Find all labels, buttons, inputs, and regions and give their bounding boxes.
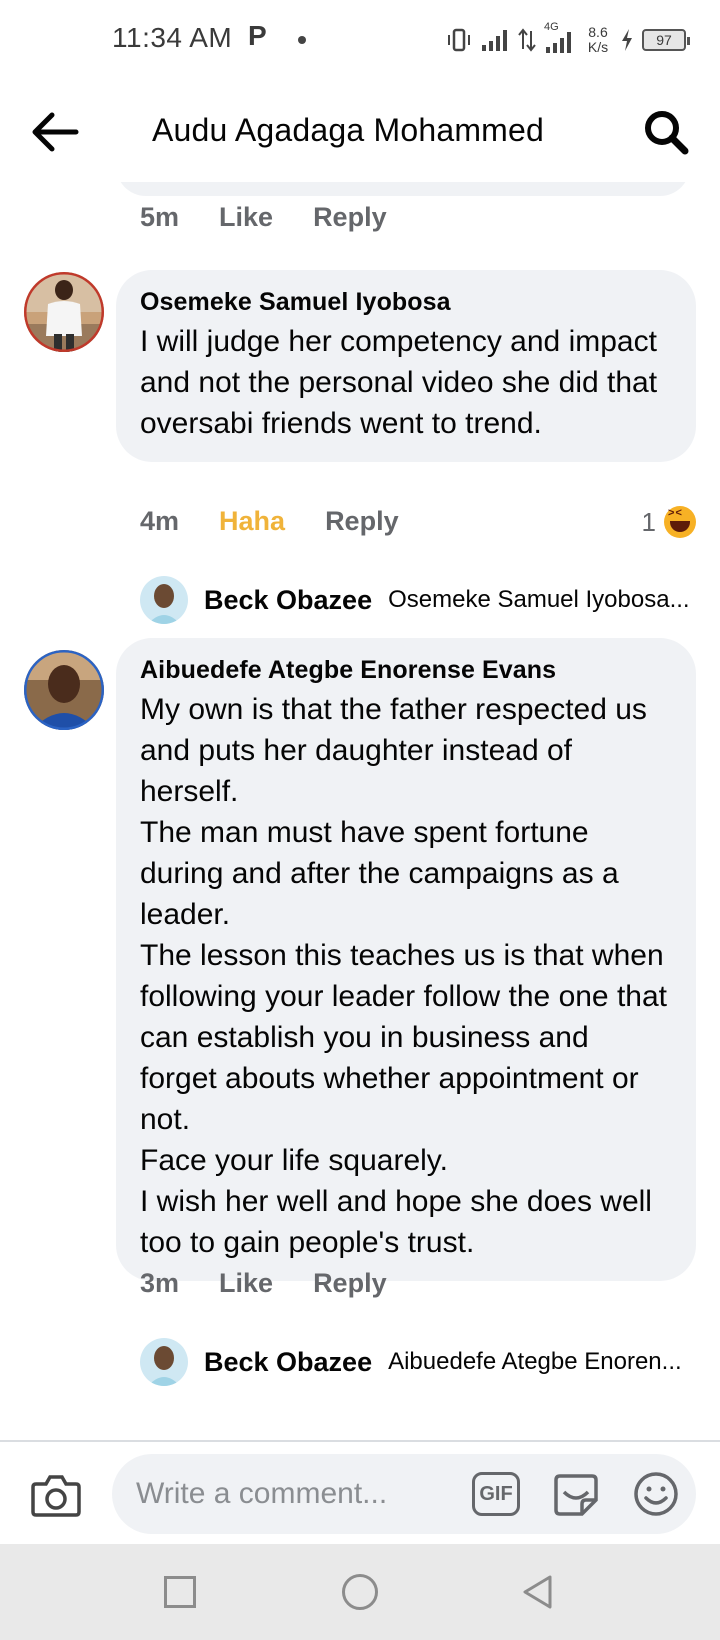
previous-comment-bubble (116, 182, 690, 196)
data-transfer-icon (518, 28, 536, 52)
signal-icon (482, 30, 507, 51)
status-indicators: 4G 8.6 K/s 97 (446, 21, 690, 58)
reply-preview[interactable]: Beck Obazee Osemeke Samuel Iyobosa... (140, 576, 696, 624)
reply-button[interactable]: Reply (313, 202, 387, 233)
arrow-left-icon (32, 112, 79, 152)
reaction-summary[interactable]: 1 (642, 506, 696, 538)
comment-time: 3m (140, 1268, 180, 1298)
search-icon (645, 111, 689, 155)
recent-apps-button[interactable] (164, 1576, 196, 1608)
comment-actions: 3m Like Reply (140, 1268, 387, 1299)
charging-icon (622, 29, 632, 51)
comment-input[interactable] (112, 1454, 696, 1534)
page-title: Audu Agadaga Mohammed (152, 112, 545, 148)
system-navigation-bar (0, 1544, 720, 1640)
system-back-button[interactable] (520, 1574, 556, 1610)
avatar (140, 1338, 188, 1386)
smiley-icon (634, 1472, 678, 1516)
comment-bubble[interactable]: Osemeke Samuel Iyobosa I will judge her … (116, 270, 696, 462)
vibrate-icon (448, 28, 470, 52)
back-button[interactable] (30, 110, 80, 154)
camera-button[interactable] (30, 1472, 82, 1518)
home-button[interactable] (342, 1574, 378, 1610)
comment-author[interactable]: Aibuedefe Ategbe Enorense Evans (140, 656, 672, 685)
search-button[interactable] (642, 108, 690, 156)
battery-icon: 97 (642, 29, 690, 51)
app-notification-icon: P (248, 20, 267, 51)
comment-time: 4m (140, 506, 180, 536)
comment-author[interactable]: Osemeke Samuel Iyobosa (140, 288, 672, 317)
notification-dot-icon (298, 36, 306, 44)
like-button[interactable]: Like (219, 202, 273, 233)
signal-4g-icon: 4G (544, 21, 576, 55)
avatar[interactable] (24, 650, 104, 730)
reply-author: Beck Obazee (204, 1346, 373, 1377)
haha-emoji-icon (664, 506, 696, 538)
avatar (140, 576, 188, 624)
emoji-button[interactable] (632, 1470, 680, 1518)
comment-text: I will judge her competency and impact a… (140, 325, 658, 440)
gif-button[interactable]: GIF (472, 1472, 520, 1516)
network-speed-value: 8.6 (588, 24, 608, 40)
status-time: 11:34 AM (112, 22, 233, 53)
status-bar: 11:34 AM P 4G 8.6 K/s 97 (0, 0, 720, 82)
battery-level: 97 (656, 32, 672, 48)
reply-author: Beck Obazee (204, 584, 373, 615)
network-speed: 8.6 K/s (584, 25, 612, 55)
comments-feed[interactable]: 5m Like Reply Osemeke Samuel Iyobosa I w… (0, 182, 720, 1442)
reply-snippet: Osemeke Samuel Iyobosa... (388, 586, 690, 613)
triangle-back-icon (523, 1575, 552, 1609)
reaction-button[interactable]: Haha (219, 506, 285, 537)
comment-text: My own is that the father respected us a… (140, 693, 667, 1259)
sticker-button[interactable] (552, 1470, 600, 1518)
previous-comment-actions: 5m Like Reply (140, 202, 387, 233)
comment-time: 5m (140, 202, 180, 232)
comment-composer: GIF (0, 1440, 720, 1544)
reaction-count: 1 (641, 506, 656, 537)
comment-actions: 4m Haha Reply (140, 506, 399, 537)
reply-preview[interactable]: Beck Obazee Aibuedefe Ategbe Enoren... (140, 1338, 696, 1386)
reply-snippet: Aibuedefe Ategbe Enoren... (388, 1348, 682, 1375)
header: Audu Agadaga Mohammed (0, 82, 720, 182)
comment-bubble[interactable]: Aibuedefe Ategbe Enorense Evans My own i… (116, 638, 696, 1281)
camera-icon (31, 1475, 81, 1517)
reply-button[interactable]: Reply (325, 506, 399, 537)
reply-button[interactable]: Reply (313, 1268, 387, 1299)
avatar[interactable] (24, 272, 104, 352)
sticker-icon (554, 1474, 598, 1516)
network-speed-unit: K/s (587, 39, 609, 55)
like-button[interactable]: Like (219, 1268, 273, 1299)
